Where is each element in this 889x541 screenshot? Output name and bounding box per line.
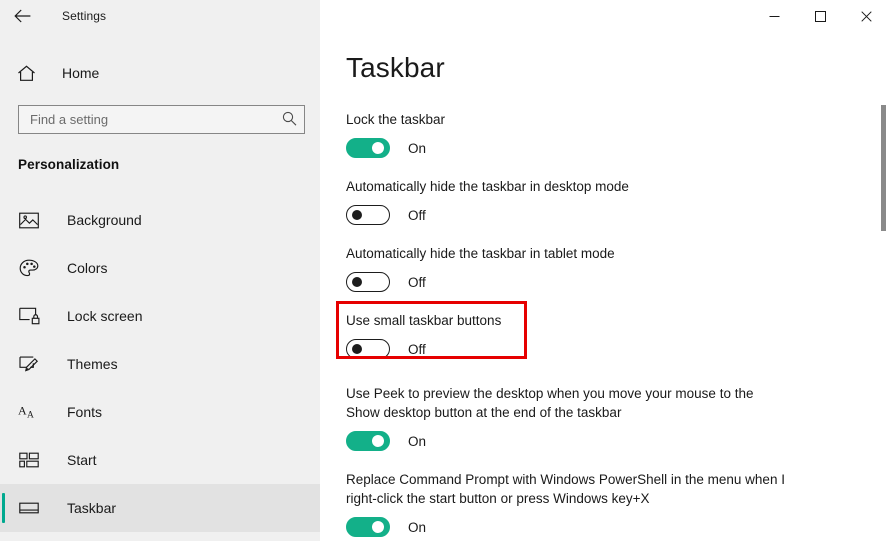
sidebar-item-start[interactable]: Start xyxy=(0,436,320,484)
svg-text:A: A xyxy=(18,404,27,418)
toggle-lock-the-taskbar[interactable] xyxy=(346,138,390,158)
toggle-row: Off xyxy=(346,204,866,226)
back-arrow-icon xyxy=(13,9,31,23)
close-icon xyxy=(860,10,872,22)
toggle-state-label: On xyxy=(408,433,427,449)
setting-use-small-taskbar-buttons: Use small taskbar buttons Off xyxy=(346,311,866,360)
setting-label: Automatically hide the taskbar in deskto… xyxy=(346,179,629,194)
selection-accent-bar xyxy=(2,493,5,523)
setting-label: Use Peek to preview the desktop when you… xyxy=(346,386,754,420)
title-bar-left: Settings xyxy=(0,0,106,32)
toggle-use-small-taskbar-buttons[interactable] xyxy=(346,339,390,359)
setting-replace-command-prompt: Replace Command Prompt with Windows Powe… xyxy=(346,470,866,538)
minimize-button[interactable] xyxy=(751,0,797,32)
content-scrollbar-thumb[interactable] xyxy=(881,105,886,231)
setting-label: Replace Command Prompt with Windows Powe… xyxy=(346,472,785,506)
page-title: Taskbar xyxy=(346,52,445,83)
fonts-aa-icon: A A xyxy=(18,401,40,423)
content-pane: Taskbar Lock the taskbar On Automaticall… xyxy=(320,0,889,541)
home-icon xyxy=(17,65,39,82)
toggle-state-label: On xyxy=(408,519,427,535)
sidebar-nav-list: Background Colors Lock screen Themes A A… xyxy=(0,196,320,532)
toggle-knob xyxy=(372,142,384,154)
sidebar-item-label: Fonts xyxy=(67,404,103,420)
toggle-row: On xyxy=(346,137,866,159)
toggle-knob xyxy=(372,435,384,447)
sidebar-section-title: Personalization xyxy=(18,157,120,172)
setting-auto-hide-tablet-mode: Automatically hide the taskbar in tablet… xyxy=(346,244,866,293)
toggle-knob xyxy=(352,277,362,287)
toggle-knob xyxy=(352,344,362,354)
maximize-button[interactable] xyxy=(797,0,843,32)
svg-text:A: A xyxy=(27,411,34,421)
close-button[interactable] xyxy=(843,0,889,32)
toggle-row: On xyxy=(346,430,866,452)
window-title: Settings xyxy=(62,9,107,23)
home-label: Home xyxy=(62,65,100,81)
toggle-state-label: Off xyxy=(408,341,426,357)
sidebar-item-label: Background xyxy=(67,212,142,228)
sidebar: Home Personalization xyxy=(0,0,320,541)
toggle-state-label: On xyxy=(408,140,427,156)
setting-lock-the-taskbar: Lock the taskbar On xyxy=(346,110,866,159)
palette-icon xyxy=(18,257,40,279)
settings-window: Settings Home Find a setting Personaliza… xyxy=(0,0,889,541)
minimize-icon xyxy=(769,11,780,22)
sidebar-item-fonts[interactable]: A A Fonts xyxy=(0,388,320,436)
search-input[interactable] xyxy=(19,106,274,133)
toggle-row: Off xyxy=(346,338,866,360)
content-scrollbar-track[interactable] xyxy=(877,32,889,541)
toggle-auto-hide-desktop-mode[interactable] xyxy=(346,205,390,225)
sidebar-item-home[interactable]: Home xyxy=(0,56,320,90)
window-controls xyxy=(751,0,889,32)
setting-auto-hide-desktop-mode: Automatically hide the taskbar in deskto… xyxy=(346,177,866,226)
taskbar-icon xyxy=(18,497,40,519)
sidebar-item-taskbar[interactable]: Taskbar xyxy=(0,484,320,532)
sidebar-item-label: Colors xyxy=(67,260,108,276)
setting-label: Lock the taskbar xyxy=(346,112,446,127)
sidebar-item-colors[interactable]: Colors xyxy=(0,244,320,292)
toggle-row: On xyxy=(346,516,866,538)
toggle-knob xyxy=(372,521,384,533)
paintbrush-icon xyxy=(18,353,40,375)
settings-list: Lock the taskbar On Automatically hide t… xyxy=(346,110,866,541)
search-box[interactable] xyxy=(18,105,305,134)
toggle-state-label: Off xyxy=(408,274,426,290)
setting-label: Use small taskbar buttons xyxy=(346,313,502,328)
back-button[interactable] xyxy=(0,0,44,32)
start-tiles-icon xyxy=(18,449,40,471)
sidebar-item-label: Lock screen xyxy=(67,308,143,324)
image-icon xyxy=(18,209,40,231)
setting-label: Automatically hide the taskbar in tablet… xyxy=(346,246,615,261)
sidebar-item-background[interactable]: Background xyxy=(0,196,320,244)
setting-use-peek: Use Peek to preview the desktop when you… xyxy=(346,384,866,452)
toggle-row: Off xyxy=(346,271,866,293)
toggle-state-label: Off xyxy=(408,207,426,223)
maximize-icon xyxy=(814,10,826,22)
lock-screen-icon xyxy=(18,305,40,327)
toggle-replace-command-prompt[interactable] xyxy=(346,517,390,537)
sidebar-item-themes[interactable]: Themes xyxy=(0,340,320,388)
search-container xyxy=(18,105,305,134)
sidebar-item-label: Taskbar xyxy=(67,500,117,516)
search-icon xyxy=(282,111,297,129)
toggle-knob xyxy=(352,210,362,220)
search-button[interactable] xyxy=(274,106,304,133)
title-bar: Settings xyxy=(0,0,889,32)
sidebar-item-label: Start xyxy=(67,452,97,468)
sidebar-item-label: Themes xyxy=(67,356,118,372)
toggle-use-peek[interactable] xyxy=(346,431,390,451)
toggle-auto-hide-tablet-mode[interactable] xyxy=(346,272,390,292)
sidebar-item-lock-screen[interactable]: Lock screen xyxy=(0,292,320,340)
